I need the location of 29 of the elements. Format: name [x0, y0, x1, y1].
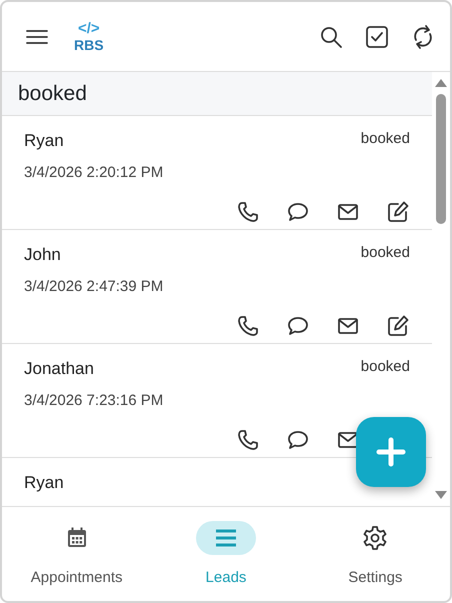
nav-tab[interactable]: Settings — [300, 507, 450, 601]
nav-tab[interactable]: Appointments — [2, 507, 152, 601]
edit-icon[interactable] — [386, 200, 410, 224]
lead-status: booked — [360, 357, 410, 377]
scroll-down-arrow[interactable] — [435, 491, 447, 500]
logo-text: RBS — [74, 38, 104, 52]
edit-icon[interactable] — [386, 314, 410, 338]
chat-bubble-icon[interactable] — [286, 200, 310, 224]
lead-name: Ryan — [24, 472, 64, 494]
checkbox-icon[interactable] — [364, 24, 390, 50]
phone-icon[interactable] — [236, 428, 260, 452]
filter-label: booked — [2, 72, 432, 116]
gear-icon — [362, 525, 388, 551]
plus-icon — [376, 437, 406, 467]
lead-datetime: 3/4/2026 2:47:39 PM — [24, 276, 164, 296]
phone-icon[interactable] — [236, 314, 260, 338]
scroll-up-arrow[interactable] — [435, 78, 447, 87]
lead-status: booked — [360, 243, 410, 263]
chat-bubble-icon[interactable] — [286, 428, 310, 452]
phone-icon[interactable] — [236, 200, 260, 224]
logo-symbol: </> — [76, 21, 101, 36]
lead-name: Jonathan — [24, 358, 94, 380]
chat-bubble-icon[interactable] — [286, 314, 310, 338]
lead-status: booked — [360, 129, 410, 149]
scrollbar-thumb[interactable] — [436, 94, 446, 224]
lead-name: Ryan — [24, 130, 64, 152]
lead-datetime: 3/4/2026 2:20:12 PM — [24, 162, 164, 182]
lead-datetime: 3/4/2026 7:23:16 PM — [24, 390, 164, 410]
lead-name: John — [24, 244, 61, 266]
